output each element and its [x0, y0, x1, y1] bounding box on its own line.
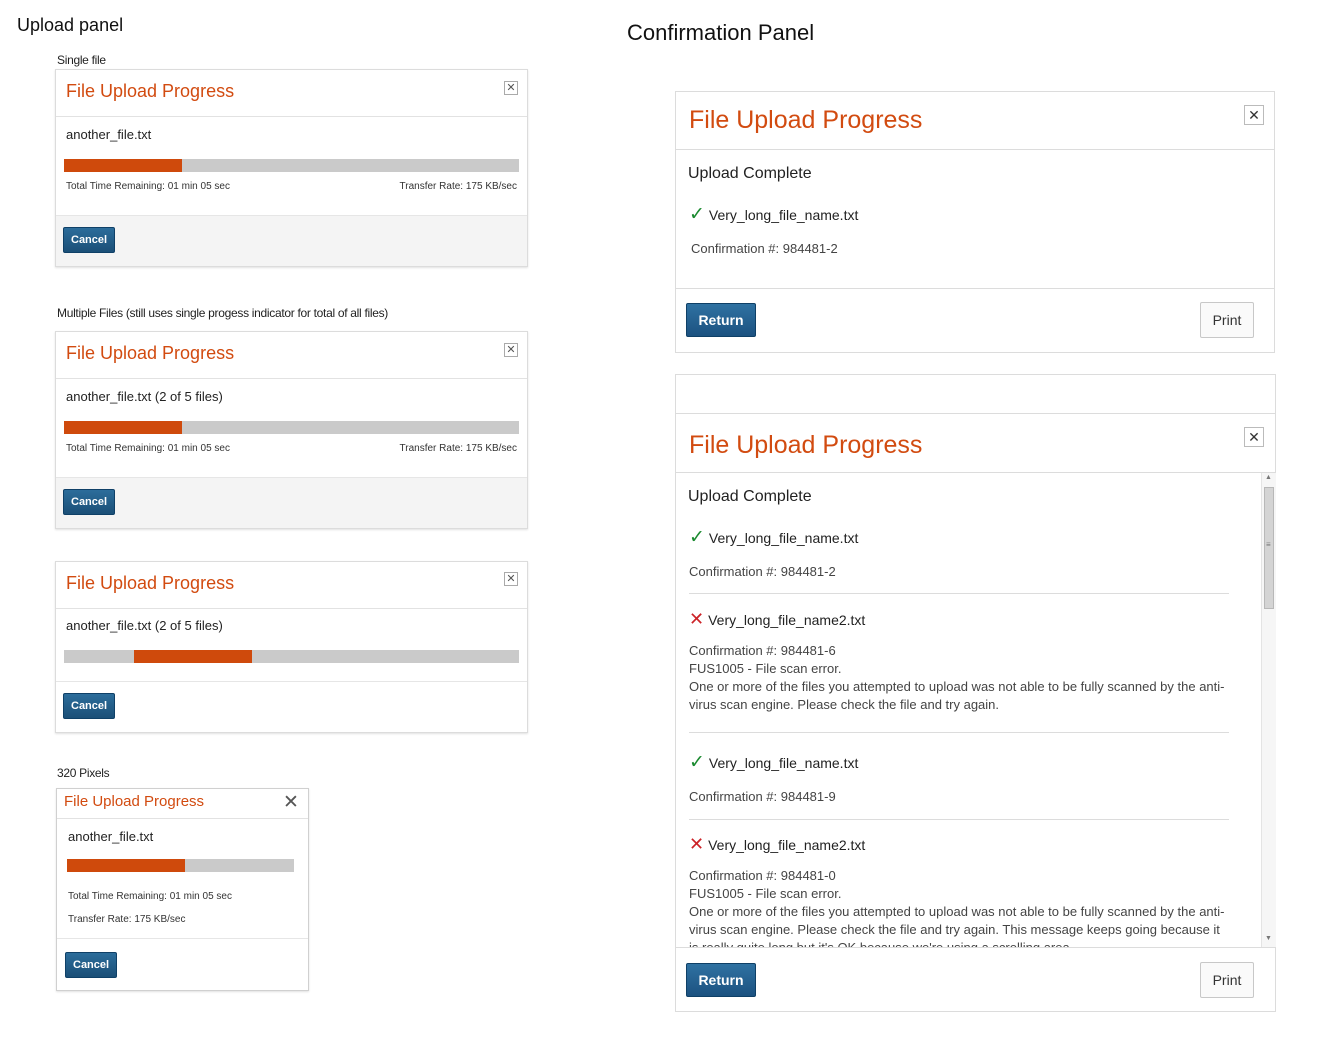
transfer-rate: Transfer Rate: 175 KB/sec — [399, 443, 517, 454]
file-name: Very_long_file_name.txt — [708, 207, 859, 223]
scroll-down-icon[interactable]: ▼ — [1265, 935, 1272, 942]
dialog-header: File Upload Progress ✕ — [56, 332, 527, 379]
dialog-title: File Upload Progress — [689, 431, 923, 459]
cancel-button[interactable]: Cancel — [63, 489, 116, 515]
print-button[interactable]: Print — [1200, 302, 1254, 338]
upload-complete-heading: Upload Complete — [688, 165, 812, 182]
cancel-button[interactable]: Cancel — [63, 693, 116, 719]
time-remaining: Total Time Remaining: 01 min 05 sec — [66, 181, 230, 192]
caption-multiple-files: Multiple Files (still uses single proges… — [57, 306, 388, 320]
cancel-button[interactable]: Cancel — [63, 227, 116, 253]
progress-fill — [64, 421, 183, 434]
check-icon: ✓ — [689, 752, 705, 773]
scroll-thumb[interactable]: ≡ — [1264, 487, 1274, 609]
file-name: Very_long_file_name2.txt — [708, 612, 866, 628]
transfer-rate: Transfer Rate: 175 KB/sec — [399, 181, 517, 192]
upload-dialog-indeterminate: File Upload Progress ✕ another_file.txt … — [55, 561, 528, 733]
grip-icon: ≡ — [1266, 540, 1271, 549]
dialog-title: File Upload Progress — [66, 343, 235, 363]
dialog-footer: Cancel — [56, 681, 527, 732]
dialog-footer: Cancel — [56, 477, 527, 528]
confirmation-number: Confirmation #: 984481-2 — [689, 564, 836, 579]
progress-bar — [67, 859, 294, 872]
file-result-row: ✓ Very_long_file_name.txt — [689, 203, 858, 226]
progress-bar — [64, 159, 519, 172]
file-result-row: ✕ Very_long_file_name2.txt — [689, 609, 865, 630]
confirmation-dialog-single: File Upload Progress ✕ Upload Complete ✓… — [675, 91, 1275, 353]
footer-divider — [676, 947, 1275, 948]
error-message: One or more of the files you attempted t… — [689, 679, 1225, 712]
top-divider — [676, 413, 1275, 414]
progress-fill — [64, 159, 183, 172]
progress-fill — [134, 650, 252, 663]
error-code: FUS1005 - File scan error. — [689, 886, 842, 901]
dialog-title: File Upload Progress — [689, 106, 923, 134]
close-icon[interactable]: ✕ — [504, 572, 518, 586]
check-icon: ✓ — [689, 527, 705, 548]
file-name: another_file.txt (2 of 5 files) — [66, 389, 223, 404]
close-icon[interactable]: ✕ — [283, 791, 299, 814]
file-name: Very_long_file_name.txt — [708, 755, 859, 771]
transfer-rate: Transfer Rate: 175 KB/sec — [68, 914, 186, 925]
item-divider — [689, 819, 1229, 820]
dialog-header: File Upload Progress ✕ — [57, 789, 308, 819]
vertical-scrollbar[interactable]: ▲ ≡ ▼ — [1261, 473, 1276, 947]
caption-single-file: Single file — [57, 53, 106, 67]
item-divider — [689, 593, 1229, 594]
item-divider — [689, 732, 1229, 733]
file-result-row: ✓ Very_long_file_name.txt — [689, 526, 858, 549]
upload-dialog-small: File Upload Progress ✕ another_file.txt … — [56, 788, 309, 991]
check-icon: ✓ — [689, 204, 705, 225]
file-name: another_file.txt — [66, 127, 152, 142]
progress-bar — [64, 421, 519, 434]
file-name: another_file.txt (2 of 5 files) — [66, 618, 223, 633]
return-button[interactable]: Return — [686, 303, 756, 337]
results-scroll-area[interactable]: Upload Complete ✓ Very_long_file_name.txt… — [676, 473, 1262, 947]
error-icon: ✕ — [689, 834, 705, 854]
confirmation-number: Confirmation #: 984481-0 — [689, 868, 836, 883]
error-message: One or more of the files you attempted t… — [689, 904, 1225, 947]
progress-fill — [67, 859, 186, 872]
file-name: Very_long_file_name.txt — [708, 530, 859, 546]
upload-dialog-multiple: File Upload Progress ✕ another_file.txt … — [55, 331, 528, 529]
footer-divider — [676, 288, 1274, 289]
print-button[interactable]: Print — [1200, 962, 1254, 998]
confirmation-section-title: Confirmation Panel — [627, 20, 815, 45]
close-icon[interactable]: ✕ — [504, 343, 518, 357]
upload-dialog-single: File Upload Progress ✕ another_file.txt … — [55, 69, 528, 267]
confirmation-number: Confirmation #: 984481-6 — [689, 643, 836, 658]
upload-complete-heading: Upload Complete — [688, 488, 812, 505]
upload-section-title: Upload panel — [17, 15, 124, 35]
confirmation-dialog-scrolling: File Upload Progress ✕ Upload Complete ✓… — [675, 374, 1276, 1012]
progress-bar-indeterminate — [64, 650, 519, 663]
confirmation-number: Confirmation #: 984481-9 — [689, 789, 836, 804]
close-icon[interactable]: ✕ — [1244, 105, 1264, 125]
dialog-title: File Upload Progress — [64, 793, 205, 810]
dialog-title: File Upload Progress — [66, 573, 235, 593]
error-icon: ✕ — [689, 609, 705, 629]
caption-320-pixels: 320 Pixels — [57, 766, 110, 780]
return-button[interactable]: Return — [686, 963, 756, 997]
confirmation-number: Confirmation #: 984481-2 — [691, 241, 838, 256]
scroll-up-icon[interactable]: ▲ — [1265, 474, 1272, 481]
dialog-footer: Cancel — [57, 938, 308, 990]
dialog-header: File Upload Progress ✕ — [56, 562, 527, 609]
time-remaining: Total Time Remaining: 01 min 05 sec — [68, 891, 232, 902]
header-divider — [676, 149, 1274, 150]
dialog-footer: Cancel — [56, 215, 527, 266]
cancel-button[interactable]: Cancel — [65, 952, 118, 978]
dialog-header: File Upload Progress ✕ — [56, 70, 527, 117]
file-result-row: ✓ Very_long_file_name.txt — [689, 751, 858, 774]
file-result-row: ✕ Very_long_file_name2.txt — [689, 834, 865, 855]
dialog-title: File Upload Progress — [66, 81, 235, 101]
close-icon[interactable]: ✕ — [504, 81, 518, 95]
close-icon[interactable]: ✕ — [1244, 427, 1264, 447]
time-remaining: Total Time Remaining: 01 min 05 sec — [66, 443, 230, 454]
file-name: Very_long_file_name2.txt — [708, 837, 866, 853]
error-code: FUS1005 - File scan error. — [689, 661, 842, 676]
file-name: another_file.txt — [68, 829, 154, 844]
